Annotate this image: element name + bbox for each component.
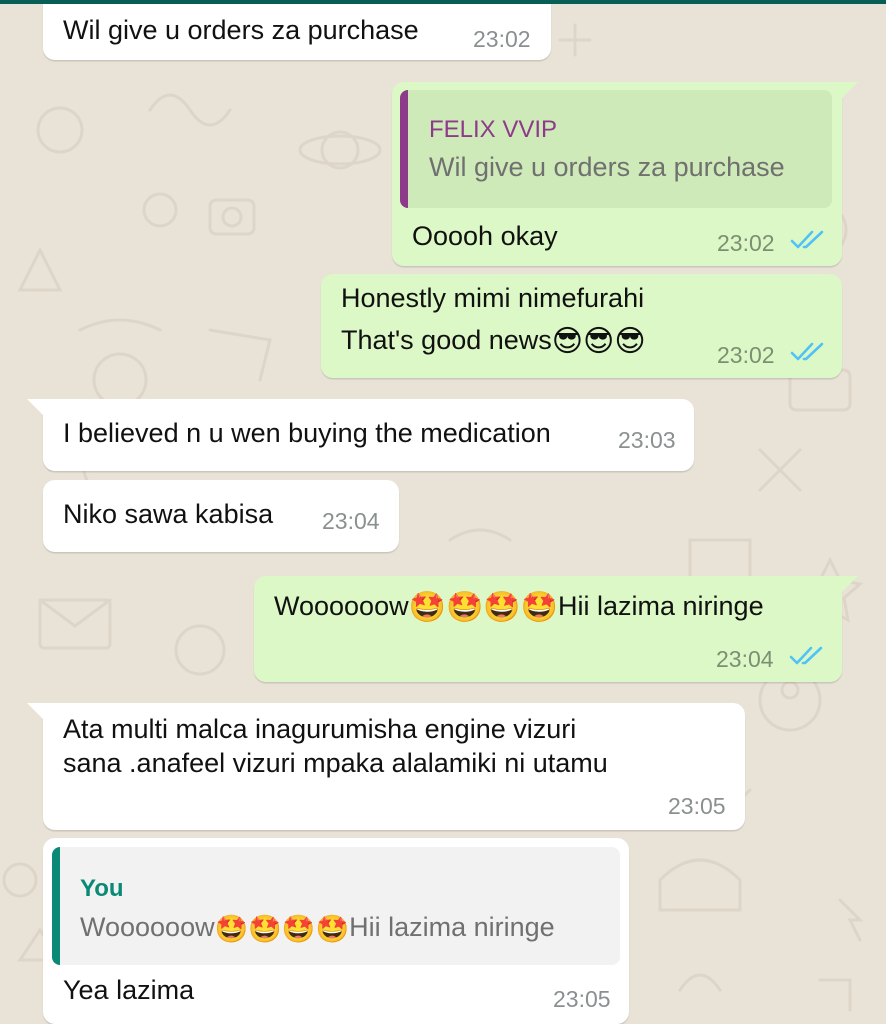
message-text-line: That's good news😎😎😎: [341, 322, 646, 360]
message-time: 23:04: [716, 646, 774, 672]
message-text: Niko sawa kabisa: [63, 499, 274, 529]
quote-text: Woooooow🤩🤩🤩🤩Hii lazima niringe: [80, 911, 555, 947]
message-text: I believed n u wen buying the medication: [63, 418, 551, 448]
message-text: Yea lazima: [63, 975, 195, 1005]
message-time: 23:04: [322, 508, 380, 534]
quote-bar: [52, 847, 60, 965]
message-text: Wil give u orders za purchase: [63, 15, 419, 45]
message-text: That's good news: [341, 325, 552, 355]
read-receipt-icon: [789, 646, 823, 665]
quote-author: FELIX VVIP: [429, 116, 558, 143]
message-incoming[interactable]: Niko sawa kabisa 23:04: [43, 480, 399, 552]
star-struck-emoji-icons: 🤩🤩🤩🤩: [214, 914, 350, 944]
message-text-line: Ata multi malca inagurumisha engine vizu…: [63, 714, 577, 744]
star-struck-emoji-icons: 🤩🤩🤩🤩: [408, 590, 559, 624]
message-incoming[interactable]: You Woooooow🤩🤩🤩🤩Hii lazima niringe Yea l…: [43, 838, 629, 1024]
sunglasses-emoji-icons: 😎😎😎: [551, 324, 646, 358]
message-text: Ooooh okay: [412, 221, 558, 251]
message-incoming[interactable]: I believed n u wen buying the medication…: [27, 399, 694, 471]
quote-text: Wil give u orders za purchase: [429, 152, 785, 182]
message-outgoing[interactable]: Woooooow🤩🤩🤩🤩Hii lazima niringe 23:04: [254, 576, 858, 682]
message-text-line: sana .anafeel vizuri mpaka alalamiki ni …: [63, 748, 608, 778]
quote-text-part: Hii lazima niringe: [349, 912, 555, 943]
quote-bar: [400, 90, 408, 208]
message-time: 23:03: [618, 427, 676, 453]
message-text: Hii lazima niringe: [558, 591, 764, 621]
quoted-message[interactable]: FELIX VVIP Wil give u orders za purchase: [400, 90, 832, 208]
message-text: Woooooow: [274, 591, 409, 621]
message-time: 23:02: [717, 342, 775, 368]
top-accent-line: [0, 0, 886, 4]
quote-text-part: Woooooow: [80, 912, 215, 943]
quote-author: You: [80, 875, 124, 902]
message-incoming[interactable]: Ata multi malca inagurumisha engine vizu…: [27, 703, 745, 830]
message-text-line: Woooooow🤩🤩🤩🤩Hii lazima niringe: [274, 588, 764, 626]
message-time: 23:02: [717, 230, 775, 256]
message-outgoing[interactable]: Honestly mimi nimefurahi That's good new…: [321, 274, 842, 378]
quoted-message[interactable]: You Woooooow🤩🤩🤩🤩Hii lazima niringe: [52, 847, 620, 965]
message-text-line: Honestly mimi nimefurahi: [341, 283, 645, 313]
message-incoming[interactable]: Wil give u orders za purchase 23:02: [43, 0, 551, 60]
message-outgoing[interactable]: FELIX VVIP Wil give u orders za purchase…: [392, 82, 858, 266]
message-time: 23:02: [473, 26, 531, 52]
message-time: 23:05: [668, 793, 726, 819]
message-time: 23:05: [553, 986, 611, 1012]
read-receipt-icon: [790, 342, 824, 361]
read-receipt-icon: [790, 230, 824, 249]
